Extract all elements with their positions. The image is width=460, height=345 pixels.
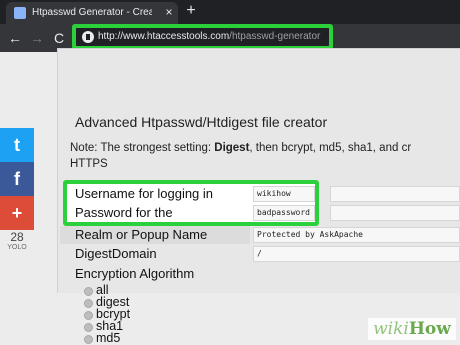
title-bar: Htpasswd Generator - Create Ht × + [0, 0, 460, 24]
radio-bcrypt[interactable] [84, 311, 93, 320]
wikihow-watermark: wikiHow [368, 318, 456, 340]
google-plus-share-button[interactable]: + [0, 196, 34, 230]
username-input[interactable]: wikihow [253, 186, 315, 202]
algorithm-label: Encryption Algorithm [75, 266, 195, 281]
radio-md5-label: md5 [96, 331, 121, 345]
share-count-label: YOLO [7, 244, 27, 251]
username-label: Username for logging in [75, 186, 214, 201]
radio-sha1[interactable] [84, 323, 93, 332]
share-count: 28 [10, 230, 24, 244]
twitter-share-button[interactable]: t [0, 128, 34, 162]
domain-input[interactable]: / [253, 246, 460, 262]
url-text: http://www.htaccesstools.com/htpasswd-ge… [98, 31, 321, 42]
site-info-icon[interactable] [82, 31, 94, 43]
tab-title: Htpasswd Generator - Create Ht [32, 7, 152, 18]
password-input[interactable]: badpassword [253, 205, 315, 221]
radio-all[interactable] [84, 287, 93, 296]
password-label: Password for the [75, 205, 173, 220]
browser-tab[interactable]: Htpasswd Generator - Create Ht × [6, 2, 178, 24]
realm-input[interactable]: Protected by AskApache [253, 227, 460, 243]
realm-label: Realm or Popup Name [75, 227, 208, 242]
new-tab-button[interactable]: + [183, 3, 199, 19]
username-input-extension [330, 186, 460, 202]
tab-close-icon[interactable]: × [162, 5, 176, 19]
forward-icon[interactable]: → [30, 30, 46, 46]
radio-digest[interactable] [84, 299, 93, 308]
page-title: Advanced Htpasswd/Htdigest file creator [75, 114, 328, 130]
address-bar[interactable]: http://www.htaccesstools.com/htpasswd-ge… [76, 28, 329, 46]
domain-label: DigestDomain [75, 246, 157, 261]
back-icon[interactable]: ← [8, 30, 24, 46]
strength-note: Note: The strongest setting: Digest, the… [70, 142, 412, 170]
radio-md5[interactable] [84, 335, 93, 344]
password-input-extension [330, 205, 460, 221]
reload-icon[interactable]: C [54, 30, 70, 46]
favicon-icon [14, 7, 26, 19]
facebook-share-button[interactable]: f [0, 162, 34, 196]
